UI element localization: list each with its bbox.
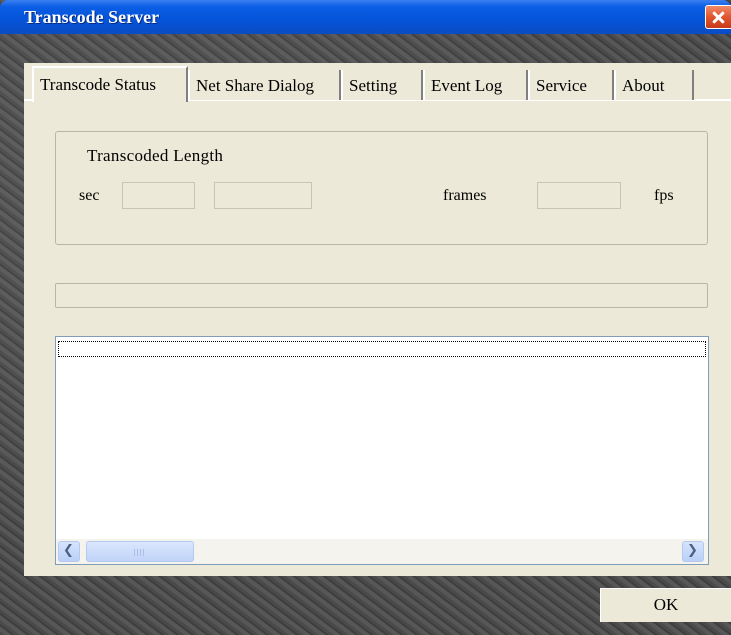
tab-setting[interactable]: Setting (341, 70, 423, 100)
tab-service[interactable]: Service (528, 70, 614, 100)
horizontal-scrollbar[interactable]: ❮ ❯ (56, 539, 708, 564)
scroll-right-arrow-icon[interactable]: ❯ (682, 541, 704, 562)
frames-field (537, 182, 621, 209)
scroll-left-arrow-icon[interactable]: ❮ (58, 541, 80, 562)
list-focus-rect (58, 341, 706, 357)
title-bar[interactable]: Transcode Server (0, 0, 731, 34)
sec-field (122, 182, 195, 209)
group-label: Transcoded Length (87, 146, 224, 165)
tab-transcode-status[interactable]: Transcode Status (32, 66, 188, 102)
app-window: Transcode Server Transcode Status Net Sh… (0, 0, 731, 635)
close-icon[interactable] (705, 5, 731, 29)
tab-net-share-dialog[interactable]: Net Share Dialog (188, 70, 341, 100)
tab-strip: Transcode Status Net Share Dialog Settin… (24, 66, 731, 102)
fps-label: fps (654, 187, 674, 204)
tab-about[interactable]: About (614, 70, 694, 100)
window-title: Transcode Server (24, 7, 160, 27)
scrollbar-thumb[interactable] (86, 541, 194, 562)
sec-label: sec (79, 187, 100, 204)
status-list-box[interactable] (55, 336, 709, 565)
transcode-progress-bar (55, 283, 708, 308)
grip-icon (134, 549, 146, 556)
tab-event-log[interactable]: Event Log (423, 70, 528, 100)
sec-field-2 (214, 182, 312, 209)
frames-label: frames (443, 187, 487, 204)
ok-button[interactable]: OK (600, 588, 731, 622)
